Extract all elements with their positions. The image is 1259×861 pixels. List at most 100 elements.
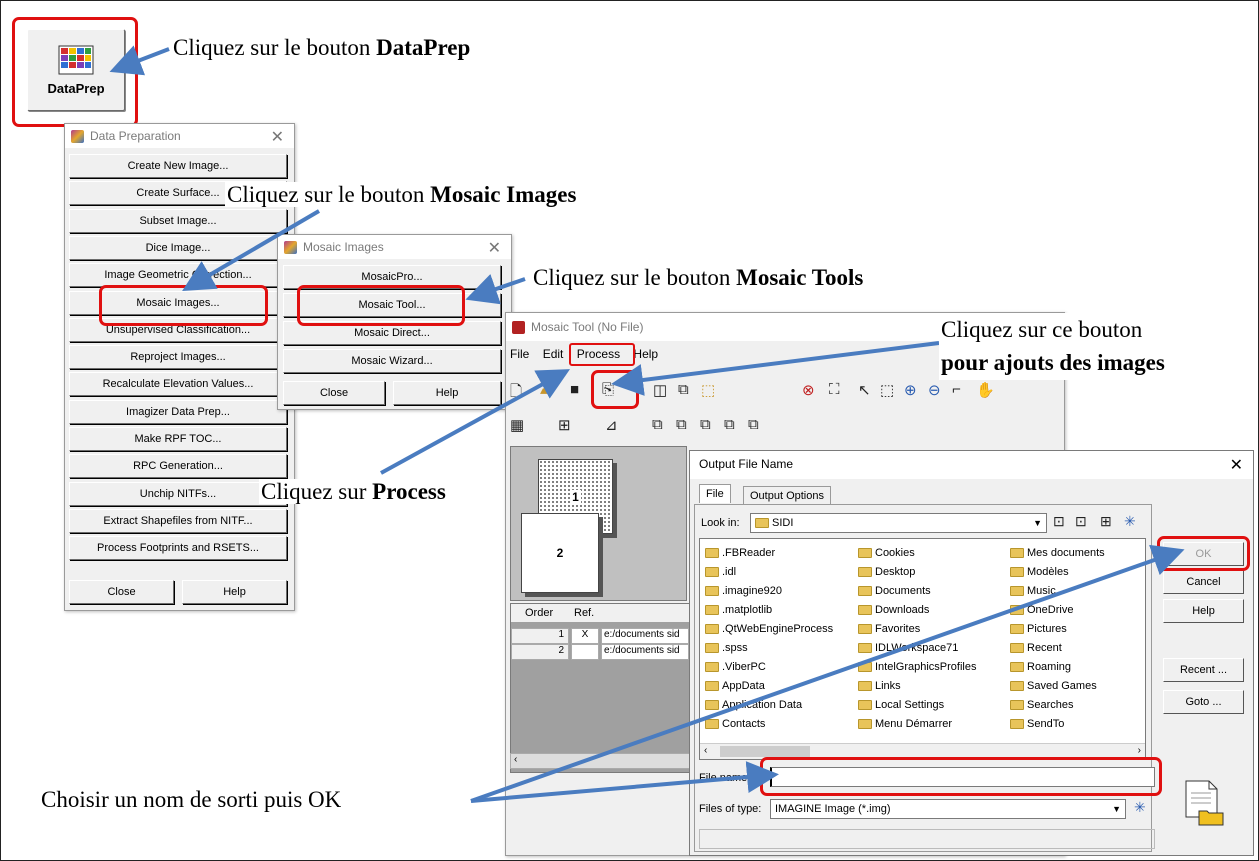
crop-icon[interactable]: ⌐	[952, 381, 961, 398]
scroll-right-icon[interactable]: ›	[1138, 745, 1141, 756]
fit-icon[interactable]: ⛶	[829, 381, 840, 398]
scroll-thumb[interactable]	[720, 746, 810, 757]
folder-item[interactable]: .matplotlib	[705, 600, 833, 619]
display-icon[interactable]: ◫	[653, 381, 667, 399]
favorite-icon[interactable]: ✳	[1124, 513, 1136, 530]
table-row[interactable]: 1 Xe:/documents sid	[511, 628, 689, 644]
folder-item[interactable]: IDLWorkspace71	[858, 638, 977, 657]
folder-item[interactable]: .idl	[705, 562, 833, 581]
image-tile-2[interactable]: 2	[521, 513, 599, 593]
open-file-icon[interactable]: ▰	[540, 381, 552, 399]
folder-item[interactable]: Links	[858, 676, 977, 695]
dp-item-button[interactable]: Imagizer Data Prep...	[69, 399, 287, 424]
dp-item-button[interactable]: Reproject Images...	[69, 345, 287, 370]
goto-button[interactable]: Goto ...	[1163, 690, 1244, 714]
recent-button[interactable]: Recent ...	[1163, 658, 1244, 682]
folder-item[interactable]: Pictures	[1010, 619, 1105, 638]
dp-item-button[interactable]: Process Footprints and RSETS...	[69, 536, 287, 561]
folder-item[interactable]: Downloads	[858, 600, 977, 619]
cancel-icon[interactable]: ⊗	[802, 381, 815, 399]
folder-item[interactable]: Recent	[1010, 638, 1105, 657]
folder-item[interactable]: .imagine920	[705, 581, 833, 600]
folder-item[interactable]: OneDrive	[1010, 600, 1105, 619]
save-icon[interactable]: ■	[570, 381, 579, 398]
copy-icon[interactable]: ⧉	[678, 381, 689, 398]
folder-item[interactable]: IntelGraphicsProfiles	[858, 657, 977, 676]
folder-item[interactable]: SendTo	[1010, 714, 1105, 733]
network-icon[interactable]: ⊞	[1100, 513, 1112, 530]
folder-item[interactable]: Roaming	[1010, 657, 1105, 676]
horizontal-scrollbar[interactable]: ‹	[510, 753, 690, 769]
select-area-icon[interactable]: ⬚	[701, 381, 715, 399]
dp-item-button[interactable]: Make RPF TOC...	[69, 427, 287, 451]
folder-item[interactable]: .spss	[705, 638, 833, 657]
files-of-type-dropdown[interactable]: IMAGINE Image (*.img) ▼	[770, 799, 1126, 819]
folder-item[interactable]: Application Data	[705, 695, 833, 714]
help-button[interactable]: Help	[1163, 599, 1244, 623]
mi-close-button[interactable]: Close	[283, 381, 385, 405]
menu-help[interactable]: Help	[633, 347, 658, 361]
dp-item-button[interactable]: Subset Image...	[69, 208, 287, 233]
folder-item[interactable]: .QtWebEngineProcess	[705, 619, 833, 638]
pan-icon[interactable]: ✋	[976, 381, 995, 399]
dp-item-button[interactable]: Unchip NITFs...	[69, 481, 287, 506]
folder-item[interactable]: Modèles	[1010, 562, 1105, 581]
dataprep-button[interactable]: DataPrep	[27, 29, 125, 111]
tab-file[interactable]: File	[699, 484, 731, 503]
row-ref[interactable]	[571, 644, 599, 660]
folder-item[interactable]: Saved Games	[1010, 676, 1105, 695]
rectangle-select-icon[interactable]: ⬚	[880, 381, 894, 399]
dp-help-button[interactable]: Help	[182, 580, 287, 604]
folder-item[interactable]: Favorites	[858, 619, 977, 638]
folder-item[interactable]: .FBReader	[705, 543, 833, 562]
dp-close-button[interactable]: Close	[69, 580, 174, 604]
folder-item[interactable]: Desktop	[858, 562, 977, 581]
menu-edit[interactable]: Edit	[543, 347, 564, 361]
dp-item-button[interactable]: Dice Image...	[69, 235, 287, 260]
dp-item-button[interactable]: Extract Shapefiles from NITF...	[69, 508, 287, 533]
folder-item[interactable]: Cookies	[858, 543, 977, 562]
close-icon[interactable]: ✕	[488, 238, 501, 258]
mi-help-button[interactable]: Help	[393, 381, 501, 405]
zoom-out-icon[interactable]: ⊖	[928, 381, 941, 399]
tab-output-options[interactable]: Output Options	[743, 486, 831, 505]
folder-item[interactable]: Local Settings	[858, 695, 977, 714]
image-list-icon[interactable]: ⊞	[558, 416, 571, 434]
pointer-icon[interactable]: ↖	[858, 381, 871, 399]
histogram-icon[interactable]: ⊿	[605, 416, 618, 434]
folder-item[interactable]: Searches	[1010, 695, 1105, 714]
zoom-in-icon[interactable]: ⊕	[904, 381, 917, 399]
layer-1-icon[interactable]: ⧉	[652, 416, 663, 433]
cancel-button[interactable]: Cancel	[1163, 570, 1244, 594]
folder-item[interactable]: Documents	[858, 581, 977, 600]
layer-4-icon[interactable]: ⧉	[724, 416, 735, 433]
dp-item-button[interactable]: Image Geometric Correction...	[69, 263, 287, 288]
layer-5-icon[interactable]: ⧉	[748, 416, 759, 433]
folder-item[interactable]: Mes documents	[1010, 543, 1105, 562]
close-icon[interactable]: ✕	[271, 127, 284, 147]
dp-item-button[interactable]: Recalculate Elevation Values...	[69, 372, 287, 397]
close-icon[interactable]: ✕	[1230, 455, 1243, 475]
look-in-dropdown[interactable]: SIDI ▼	[750, 513, 1047, 533]
layer-2-icon[interactable]: ⧉	[676, 416, 687, 433]
folder-item[interactable]: Contacts	[705, 714, 833, 733]
mosaic-canvas[interactable]: 1 2	[510, 446, 687, 601]
new-file-icon[interactable]: 🗋	[510, 381, 522, 406]
row-ref[interactable]: X	[571, 628, 599, 644]
table-icon[interactable]: ▦	[510, 416, 524, 434]
up-folder-icon[interactable]: ⊡	[1053, 513, 1065, 530]
filter-icon[interactable]: ✳	[1134, 799, 1146, 816]
folder-icon	[858, 680, 872, 691]
folder-item[interactable]: .ViberPC	[705, 657, 833, 676]
layer-3-icon[interactable]: ⧉	[700, 416, 711, 433]
dp-item-button[interactable]: Create New Image...	[69, 154, 287, 178]
folder-item[interactable]: Menu Démarrer	[858, 714, 977, 733]
folder-item[interactable]: AppData	[705, 676, 833, 695]
menu-file[interactable]: File	[510, 347, 529, 361]
table-row[interactable]: 2 e:/documents sid	[511, 644, 689, 660]
dp-item-button[interactable]: RPC Generation...	[69, 454, 287, 479]
mi-item-button[interactable]: Mosaic Wizard...	[283, 349, 501, 373]
folder-item[interactable]: Music	[1010, 581, 1105, 600]
scroll-left-icon[interactable]: ‹	[704, 745, 707, 756]
new-folder-icon[interactable]: ⊡	[1075, 513, 1087, 530]
